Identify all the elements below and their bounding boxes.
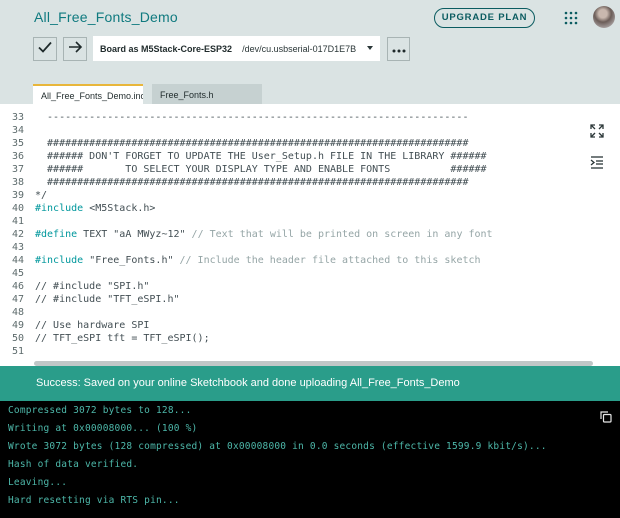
- file-tabs: All_Free_Fonts_Demo.ino Free_Fonts.h: [0, 80, 620, 104]
- line-number: 36: [11, 151, 24, 162]
- editor-side-tools: [590, 124, 606, 174]
- console-line: Writing at 0x00008000... (100 %): [8, 423, 198, 434]
- line-number: 34: [11, 125, 24, 136]
- chevron-down-icon: [367, 46, 373, 50]
- code-text: // #include "SPI.h": [35, 281, 150, 292]
- line-number: 42: [11, 229, 24, 240]
- code-editor[interactable]: 33 -------------------------------------…: [0, 104, 620, 366]
- code-line: 41: [0, 215, 35, 228]
- more-options-button[interactable]: [387, 37, 410, 61]
- code-line: 40 #include <M5Stack.h>: [0, 202, 155, 215]
- checkmark-icon: [38, 40, 52, 58]
- code-line: 51: [0, 345, 35, 358]
- arrow-right-icon: [68, 40, 83, 58]
- console-line: Hard resetting via RTS pin...: [8, 495, 180, 506]
- code-line: 39 */: [0, 189, 47, 202]
- code-line: 45: [0, 267, 35, 280]
- line-number: 44: [11, 255, 24, 266]
- code-text: #include <M5Stack.h>: [35, 203, 156, 214]
- line-number: 40: [11, 203, 24, 214]
- upgrade-plan-button[interactable]: UPGRADE PLAN: [434, 8, 535, 28]
- line-number: 41: [11, 216, 24, 227]
- code-text: ----------------------------------------…: [35, 112, 469, 123]
- line-number: 49: [11, 320, 24, 331]
- indent-icon[interactable]: [590, 155, 606, 174]
- ellipsis-icon: [392, 40, 406, 58]
- code-line: 43: [0, 241, 35, 254]
- tab-main-sketch[interactable]: All_Free_Fonts_Demo.ino: [33, 84, 143, 104]
- line-number: 37: [11, 164, 24, 175]
- line-number: 35: [11, 138, 24, 149]
- console-line: Hash of data verified.: [8, 459, 139, 470]
- code-text: // Use hardware SPI: [35, 320, 150, 331]
- code-text: // TFT_eSPI tft = TFT_eSPI();: [35, 333, 210, 344]
- line-number: 43: [11, 242, 24, 253]
- console-line: Compressed 3072 bytes to 128...: [8, 405, 192, 416]
- line-number: 39: [11, 190, 24, 201]
- console-line: Leaving...: [8, 477, 68, 488]
- line-number: 51: [11, 346, 24, 357]
- code-line: 36 ###### DON'T FORGET TO UPDATE THE Use…: [0, 150, 487, 163]
- line-number: 48: [11, 307, 24, 318]
- code-line: 49 // Use hardware SPI: [0, 319, 149, 332]
- code-line: 33 -------------------------------------…: [0, 111, 469, 124]
- line-number: 33: [11, 112, 24, 123]
- grid-dots-icon[interactable]: [564, 11, 578, 25]
- top-bar: All_Free_Fonts_Demo UPGRADE PLAN Board a…: [0, 0, 620, 80]
- console-line: Wrote 3072 bytes (128 compressed) at 0x0…: [8, 441, 547, 452]
- code-text: ########################################…: [35, 138, 469, 149]
- code-line: 50 // TFT_eSPI tft = TFT_eSPI();: [0, 332, 210, 345]
- tab-free-fonts-header[interactable]: Free_Fonts.h: [152, 84, 262, 104]
- code-line: 35 #####################################…: [0, 137, 469, 150]
- verify-button[interactable]: [33, 37, 57, 61]
- line-number: 50: [11, 333, 24, 344]
- line-number: 45: [11, 268, 24, 279]
- code-text: #include "Free_Fonts.h" // Include the h…: [35, 255, 481, 266]
- code-text: ########################################…: [35, 177, 469, 188]
- copy-icon[interactable]: [600, 410, 612, 423]
- code-line: 37 ###### TO SELECT YOUR DISPLAY TYPE AN…: [0, 163, 487, 176]
- port-name: /dev/cu.usbserial-017D1E7B: [242, 43, 357, 54]
- code-line: 34: [0, 124, 35, 137]
- output-console: Compressed 3072 bytes to 128... Writing a…: [0, 401, 620, 518]
- line-number: 38: [11, 177, 24, 188]
- expand-icon[interactable]: [590, 124, 606, 143]
- code-line: 47 // #include "TFT_eSPI.h": [0, 293, 180, 306]
- code-line: 48: [0, 306, 35, 319]
- board-selector[interactable]: Board as M5Stack-Core-ESP32 /dev/cu.usbs…: [93, 36, 380, 61]
- line-number: 46: [11, 281, 24, 292]
- code-text: #define TEXT "aA MWyz~12" // Text that w…: [35, 229, 493, 240]
- sketch-title[interactable]: All_Free_Fonts_Demo: [34, 9, 178, 25]
- code-line: 42 #define TEXT "aA MWyz~12" // Text that…: [0, 228, 493, 241]
- user-avatar[interactable]: [593, 6, 615, 28]
- code-text: ###### DON'T FORGET TO UPDATE THE User_S…: [35, 151, 487, 162]
- status-bar: Success: Saved on your online Sketchbook…: [0, 366, 620, 401]
- code-text: // #include "TFT_eSPI.h": [35, 294, 180, 305]
- board-name: Board as M5Stack-Core-ESP32: [100, 43, 233, 54]
- code-line: 46 // #include "SPI.h": [0, 280, 149, 293]
- code-line: 38 #####################################…: [0, 176, 469, 189]
- code-text: */: [35, 190, 48, 201]
- code-text: ###### TO SELECT YOUR DISPLAY TYPE AND E…: [35, 164, 487, 175]
- code-line: 44 #include "Free_Fonts.h" // Include the…: [0, 254, 481, 267]
- line-number: 47: [11, 294, 24, 305]
- upload-button[interactable]: [63, 37, 87, 61]
